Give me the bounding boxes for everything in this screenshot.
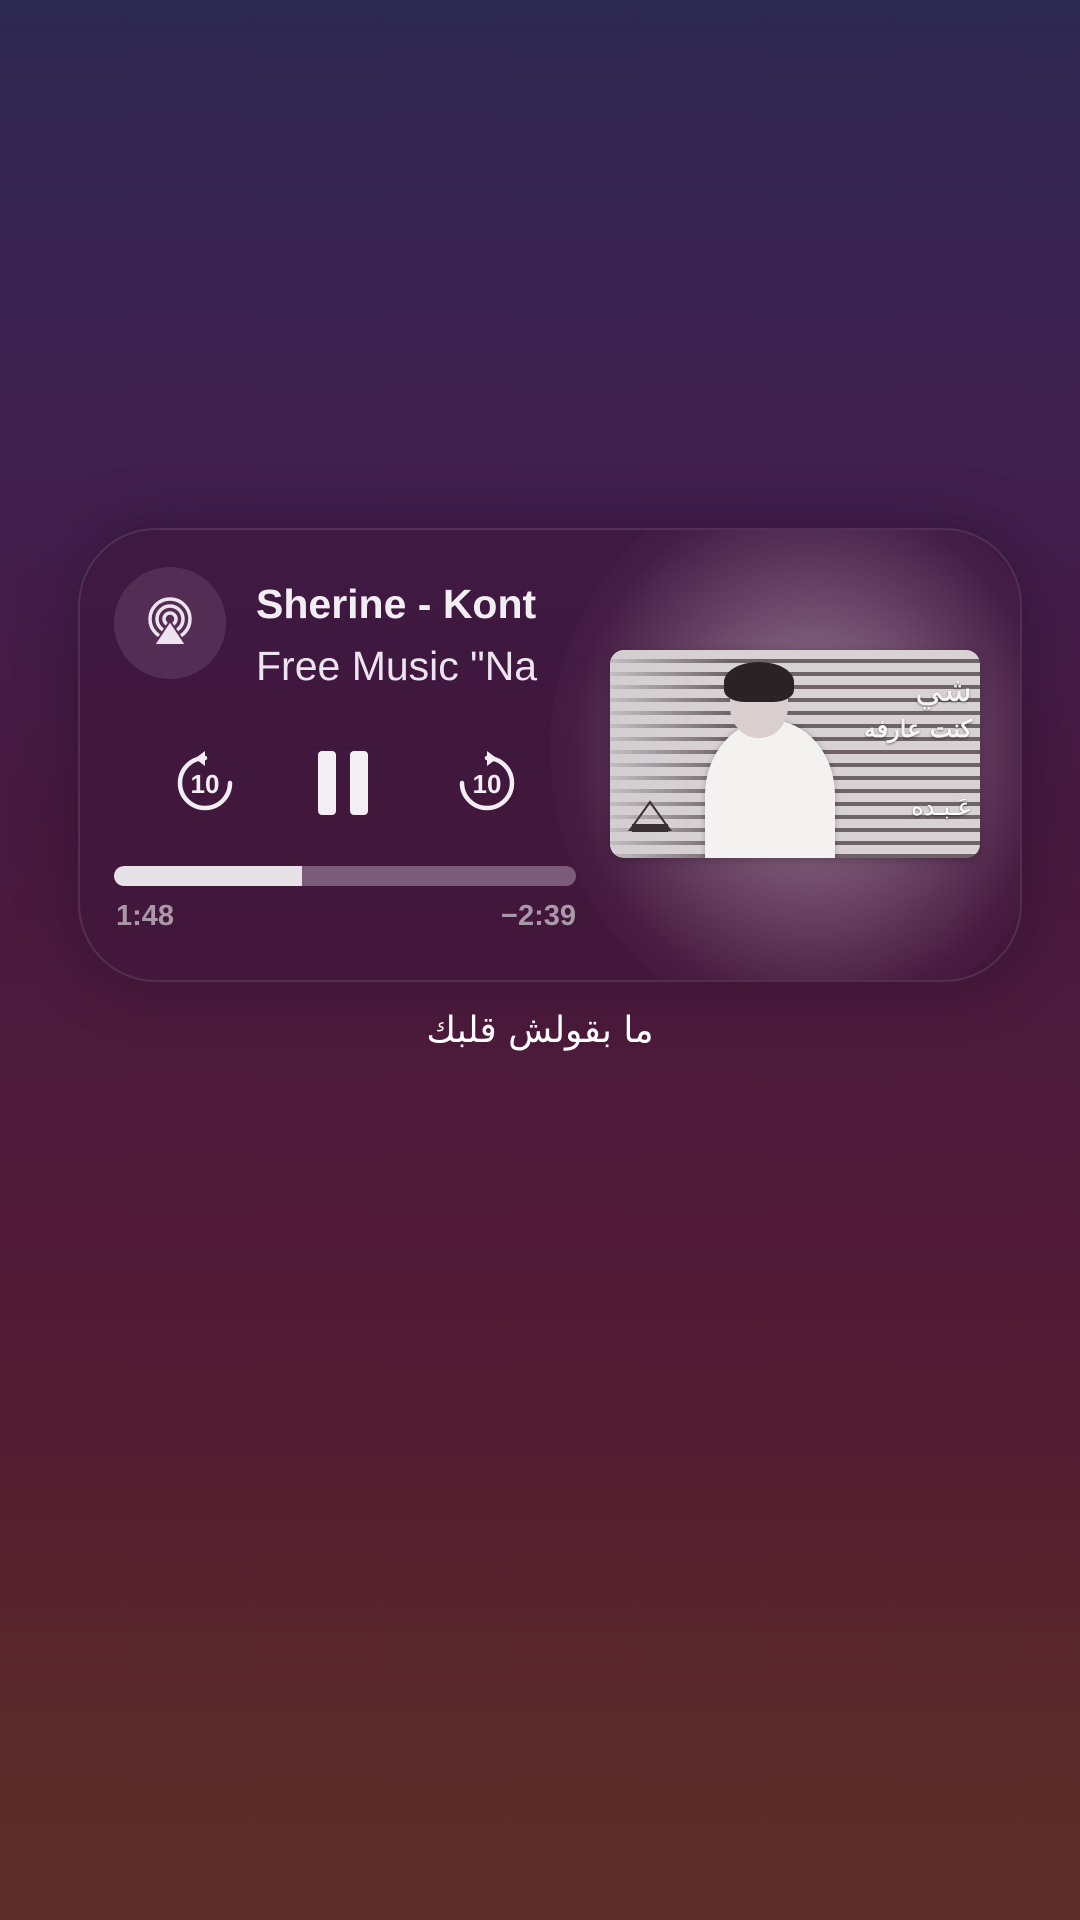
skip-forward-label: 10 <box>473 769 502 799</box>
cover-lettering: شي كنت عارفه عَـبـده <box>842 668 972 824</box>
progress-scrubber[interactable] <box>114 866 576 886</box>
track-artist[interactable]: Free Music "Na <box>256 640 574 692</box>
lyric-caption: ما بقولش قلبك <box>426 1010 654 1051</box>
pause-icon <box>318 751 368 815</box>
progress-fill <box>114 866 303 886</box>
track-title[interactable]: Sherine - Kont <box>256 578 574 630</box>
cover-bottom-script: عَـبـده <box>911 793 972 821</box>
artwork-hair <box>724 662 794 702</box>
artwork-figure <box>705 720 835 858</box>
skip-forward-button[interactable]: 10 <box>454 750 520 816</box>
cover-title-script: كنت عارفه <box>863 714 972 743</box>
time-remaining: −2:39 <box>501 900 576 932</box>
skip-forward-10-icon: 10 <box>459 751 515 811</box>
album-artwork[interactable]: شي كنت عارفه عَـبـده <box>610 650 980 858</box>
skip-back-button[interactable]: 10 <box>172 750 238 816</box>
airplay-icon <box>148 597 192 646</box>
cover-artist-script: شي <box>915 670 972 710</box>
skip-back-10-icon: 10 <box>177 751 233 811</box>
label-logo-icon <box>628 800 672 832</box>
skip-back-label: 10 <box>191 769 220 799</box>
airplay-button[interactable] <box>114 567 226 679</box>
background-shade <box>0 1440 1080 1920</box>
time-elapsed: 1:48 <box>116 900 175 932</box>
pause-button[interactable] <box>314 747 372 819</box>
